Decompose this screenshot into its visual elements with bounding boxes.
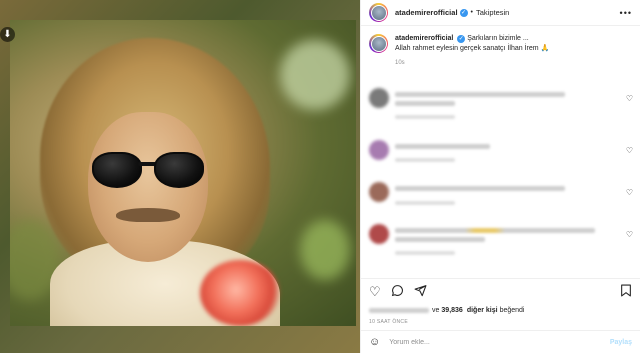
avatar[interactable] bbox=[369, 224, 389, 244]
mustache bbox=[116, 208, 180, 222]
bokeh-light bbox=[300, 220, 350, 280]
blurred-comment-meta bbox=[395, 158, 455, 162]
likes-count[interactable]: 39,836 bbox=[441, 307, 462, 314]
blurred-comment-text bbox=[395, 228, 595, 233]
add-comment-bar: ☺ Paylaş bbox=[361, 330, 640, 353]
download-icon[interactable]: ⬇ bbox=[0, 27, 15, 42]
post-side-panel: atademirerofficial ✓ • Takiptesin ••• at… bbox=[360, 0, 640, 353]
share-icon[interactable] bbox=[414, 284, 427, 299]
likes-others-label[interactable]: diğer kişi bbox=[467, 307, 498, 314]
blurred-comment-text bbox=[395, 237, 485, 242]
likes-suffix: beğendi bbox=[499, 306, 525, 314]
more-options-icon[interactable]: ••• bbox=[620, 8, 632, 18]
likes-summary[interactable]: ve 39,836 diğer kişi beğendi bbox=[361, 304, 640, 316]
praying-hands-emoji: 🙏 bbox=[540, 45, 550, 52]
following-status-button[interactable]: Takiptesin bbox=[476, 8, 509, 17]
caption-line-1: Şarkıların bizimle ... bbox=[467, 35, 529, 42]
comment-like-heart-icon[interactable]: ♡ bbox=[626, 94, 633, 103]
separator-dot: • bbox=[470, 9, 473, 16]
caption-line-2: Allah rahmet eylesin gerçek sanatçı İlha… bbox=[395, 45, 539, 52]
blurred-comment-text bbox=[395, 144, 490, 149]
post-comment-button[interactable]: Paylaş bbox=[610, 339, 632, 346]
face bbox=[88, 112, 208, 262]
comment-like-heart-icon[interactable]: ♡ bbox=[626, 146, 633, 155]
caption-avatar[interactable] bbox=[369, 34, 388, 53]
blurred-comment-meta bbox=[395, 201, 455, 205]
post-timestamp: 10 SAAT ÖNCE bbox=[369, 319, 408, 325]
likes-connector: ve bbox=[432, 306, 440, 314]
comment-like-heart-icon[interactable]: ♡ bbox=[626, 230, 633, 239]
heart-icon[interactable]: ♡ bbox=[369, 285, 381, 298]
avatar[interactable] bbox=[369, 140, 389, 160]
header-username[interactable]: atademirerofficial bbox=[395, 8, 458, 17]
blurred-comment-meta bbox=[395, 115, 455, 119]
avatar[interactable] bbox=[369, 88, 389, 108]
comment-item: ♡ bbox=[369, 182, 633, 205]
caption-timestamp: 10s bbox=[395, 60, 405, 66]
comment-icon[interactable] bbox=[391, 284, 404, 299]
comment-item: ♡ bbox=[369, 88, 633, 119]
smiley-icon[interactable]: ☺ bbox=[369, 336, 380, 348]
avatar[interactable] bbox=[369, 182, 389, 202]
blurred-liker-name bbox=[369, 307, 429, 313]
blurred-comment-text bbox=[395, 186, 565, 191]
comment-item: ♡ bbox=[369, 140, 633, 162]
post-media[interactable]: ⬇ bbox=[0, 0, 360, 353]
comments-section[interactable]: atademirerofficial ✓ Şarkıların bizimle … bbox=[361, 26, 640, 278]
blurred-comment-text bbox=[395, 101, 455, 106]
post-caption: atademirerofficial ✓ Şarkıların bizimle … bbox=[369, 34, 633, 66]
bookmark-icon[interactable] bbox=[620, 284, 632, 299]
caption-username[interactable]: atademirerofficial bbox=[395, 35, 453, 42]
sunglasses-right-lens bbox=[154, 152, 204, 188]
comment-like-heart-icon[interactable]: ♡ bbox=[626, 188, 633, 197]
avatar[interactable] bbox=[369, 3, 388, 22]
post-actions-bar: ♡ bbox=[361, 278, 640, 304]
blurred-comment-meta bbox=[395, 251, 455, 255]
comment-item: ♡ bbox=[369, 224, 633, 255]
verified-badge-icon: ✓ bbox=[459, 8, 468, 17]
blurred-comment-text bbox=[395, 92, 565, 97]
flower bbox=[200, 260, 280, 326]
sunglasses-left-lens bbox=[92, 152, 142, 188]
post-header: atademirerofficial ✓ • Takiptesin ••• bbox=[361, 0, 640, 26]
verified-badge-icon: ✓ bbox=[457, 35, 466, 43]
bokeh-light bbox=[280, 40, 350, 110]
comment-input[interactable] bbox=[389, 338, 610, 346]
post-photo bbox=[10, 20, 356, 326]
instagram-post-view: ⬇ atademirerofficial ✓ • Takiptesin ••• … bbox=[0, 0, 640, 353]
